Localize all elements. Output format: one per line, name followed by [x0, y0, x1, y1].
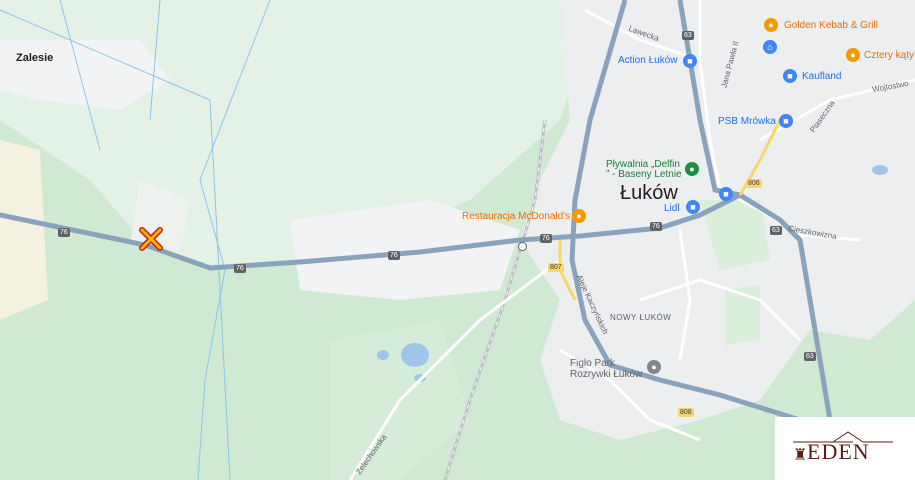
pool-icon[interactable]: ●: [685, 162, 699, 176]
train-station-icon[interactable]: [518, 242, 527, 251]
logo-text: EDEN: [807, 439, 870, 464]
shopping-bag-icon[interactable]: ■: [719, 187, 733, 201]
shopping-cart-icon[interactable]: ■: [783, 69, 797, 83]
village-label: Zalesie: [16, 52, 54, 64]
road-shield-76: 76: [388, 251, 400, 260]
district-label: NOWY ŁUKÓW: [610, 313, 672, 322]
town-label: Łuków: [620, 182, 678, 204]
restaurant-icon[interactable]: ●: [846, 48, 860, 62]
poi-label[interactable]: Action Łuków: [618, 55, 677, 66]
poi-label[interactable]: Figlo Park Rozrywki Łuków: [570, 358, 644, 380]
road-shield-808: 808: [678, 408, 694, 417]
restaurant-icon[interactable]: ●: [764, 18, 778, 32]
road-shield-806: 806: [746, 179, 762, 188]
road-shield-76: 76: [540, 234, 552, 243]
road-shield-76: 76: [58, 228, 70, 237]
cross-marker-icon[interactable]: [138, 226, 164, 252]
road-shield-76: 76: [234, 264, 246, 273]
road-shield-63: 63: [770, 226, 782, 235]
shopping-bag-icon[interactable]: ■: [683, 54, 697, 68]
map-view[interactable]: 76 76 76 76 76 63 63 63 806 807 808 Zale…: [0, 0, 915, 480]
road-shield-76: 76: [650, 222, 662, 231]
poi-label[interactable]: PSB Mrówka: [718, 116, 776, 127]
shopping-cart-icon[interactable]: ■: [686, 200, 700, 214]
poi-label[interactable]: Cztery kąty: [864, 50, 914, 61]
road-shield-63: 63: [804, 352, 816, 361]
poi-label[interactable]: Restauracja McDonald's: [462, 211, 570, 222]
shopping-bag-icon[interactable]: ⌂: [763, 40, 777, 54]
poi-label[interactable]: Golden Kebab & Grill: [784, 20, 878, 31]
park-icon[interactable]: ●: [647, 360, 661, 374]
road-shield-807: 807: [548, 263, 564, 272]
poi-label[interactable]: Pływalnia „Delfin ” - Baseny Letnie: [606, 160, 686, 180]
road-shield-63: 63: [682, 31, 694, 40]
crown-icon: ♜: [793, 447, 808, 464]
poi-label[interactable]: Kaufland: [802, 71, 841, 82]
poi-label[interactable]: Lidl: [664, 203, 680, 214]
brand-logo: ♜ EDEN: [775, 417, 915, 480]
shopping-bag-icon[interactable]: ■: [779, 114, 793, 128]
restaurant-icon[interactable]: ●: [572, 209, 586, 223]
